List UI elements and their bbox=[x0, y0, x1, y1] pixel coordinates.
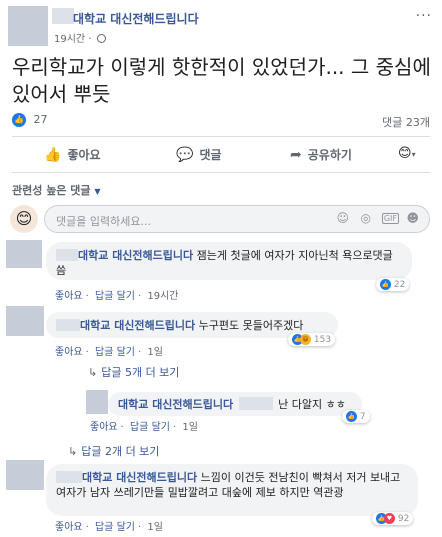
chevron-down-icon: ▼ bbox=[94, 187, 101, 196]
love-reaction-icon: ♥ bbox=[384, 513, 395, 524]
comment-time[interactable]: 1일 bbox=[182, 422, 198, 433]
comment-time[interactable]: 19시간 bbox=[147, 291, 178, 302]
post-reactions[interactable]: 👍 27 bbox=[12, 113, 48, 127]
like-reaction-icon: 👍 bbox=[12, 113, 26, 127]
redacted-tag bbox=[238, 397, 273, 410]
comment-bubble: 대학교 대신전해드립니다 느낌이 이건듯 전남친이 빡쳐서 저거 보내고 여자가… bbox=[46, 464, 418, 516]
page-name[interactable]: 대학교 대신전해드립니다 bbox=[73, 10, 199, 27]
globe-icon bbox=[96, 34, 106, 43]
speech-bubble-icon: 💬 bbox=[176, 147, 194, 163]
comment-reactions[interactable]: 👍 22 bbox=[376, 278, 410, 291]
comment-reaction-count: 7 bbox=[359, 412, 366, 422]
view-more-replies-label: 답글 5개 더 보기 bbox=[101, 366, 180, 379]
comment-button[interactable]: 💬 댓글 bbox=[176, 146, 222, 163]
comment-reactions[interactable]: 👍 7 bbox=[342, 410, 370, 423]
more-options-icon[interactable]: ··· bbox=[416, 8, 432, 24]
comment-reactions[interactable]: 👍😆 153 bbox=[288, 333, 336, 346]
sticker-icon[interactable]: ☻ bbox=[406, 211, 419, 225]
like-reaction-icon: 👍 bbox=[380, 279, 391, 290]
comment-text: 누구편도 못들어주겠다 bbox=[198, 319, 304, 332]
comment-meta: 좋아요 · 답글 달기 · 1일 bbox=[55, 347, 163, 358]
camera-icon[interactable]: ◎ bbox=[361, 211, 371, 225]
commenter-avatar[interactable] bbox=[6, 460, 44, 490]
redacted-name-prefix bbox=[56, 319, 80, 331]
share-arrow-icon: ➦ bbox=[290, 147, 302, 163]
redacted-name-prefix bbox=[52, 8, 74, 24]
comment-meta: 좋아요 · 답글 달기 · 1일 bbox=[55, 522, 163, 533]
redacted-name-prefix bbox=[56, 249, 78, 261]
comment-time[interactable]: 1일 bbox=[147, 347, 163, 358]
view-more-replies-label: 답글 2개 더 보기 bbox=[81, 445, 160, 458]
comment-reactions[interactable]: 👍 ♥ 92 bbox=[372, 512, 414, 525]
comment-sort-dropdown[interactable]: 관련성 높은 댓글 ▼ bbox=[12, 182, 101, 198]
reply-arrow-icon: ↳ bbox=[88, 366, 98, 379]
comment-like-link[interactable]: 좋아요 bbox=[55, 347, 83, 358]
reaction-avatar-icon[interactable]: 😊▾ bbox=[398, 146, 416, 161]
gif-icon[interactable]: GIF bbox=[381, 213, 399, 224]
comment-input-placeholder: 댓글을 입력하세요... bbox=[56, 215, 151, 228]
comment-meta: 좋아요 · 답글 달기 · 19시간 bbox=[55, 291, 179, 302]
share-button[interactable]: ➦ 공유하기 bbox=[290, 146, 352, 163]
like-button-label: 좋아요 bbox=[67, 148, 101, 162]
comment-meta: 좋아요 · 답글 달기 · 1일 bbox=[90, 422, 198, 433]
comment-time[interactable]: 1일 bbox=[147, 522, 163, 533]
comment-reaction-count: 92 bbox=[397, 514, 410, 524]
comment-reaction-count: 22 bbox=[393, 280, 406, 290]
post-time-text: 19시간 bbox=[54, 34, 86, 45]
comment-text: 난 다알지 ㅎㅎ bbox=[278, 398, 346, 411]
comment-like-link[interactable]: 좋아요 bbox=[55, 522, 83, 533]
post-text: 우리학교가 이렇게 핫한적이 있었던가... 그 중심에있어서 뿌듯 bbox=[12, 55, 431, 106]
comment-reaction-count: 153 bbox=[313, 335, 332, 345]
page-avatar[interactable] bbox=[8, 6, 48, 46]
comment-input[interactable]: 댓글을 입력하세요... ☺ ◎ GIF ☻ bbox=[44, 205, 430, 233]
comment-author[interactable]: 대학교 대신전해드립니다 bbox=[82, 471, 197, 484]
divider bbox=[12, 136, 430, 137]
comment-reply-link[interactable]: 답글 달기 bbox=[130, 422, 170, 433]
thumbs-up-icon: 👍 bbox=[44, 147, 62, 163]
comment-like-link[interactable]: 좋아요 bbox=[90, 422, 118, 433]
comment-author[interactable]: 대학교 대신전해드립니다 bbox=[118, 398, 233, 411]
comment-author[interactable]: 대학교 대신전해드립니다 bbox=[78, 249, 193, 262]
commenter-avatar[interactable] bbox=[86, 390, 108, 414]
user-avatar: 😊 bbox=[10, 205, 38, 233]
commenter-avatar[interactable] bbox=[6, 306, 44, 336]
comment-bubble: 대학교 대신전해드립니다 잼는게 첫글에 여자가 지아닌척 욕으로댓글씀 bbox=[46, 242, 412, 280]
comment-bubble: 대학교 대신전해드립니다 난 다알지 ㅎㅎ bbox=[108, 392, 362, 416]
comment-author[interactable]: 대학교 대신전해드립니다 bbox=[80, 319, 195, 332]
comment-reply-link[interactable]: 답글 달기 bbox=[95, 347, 135, 358]
commenter-avatar[interactable] bbox=[6, 240, 42, 268]
post-reaction-count: 27 bbox=[33, 113, 48, 126]
like-button[interactable]: 👍 좋아요 bbox=[44, 146, 101, 163]
haha-reaction-icon: 😆 bbox=[300, 334, 311, 345]
reply-arrow-icon: ↳ bbox=[68, 445, 78, 458]
like-reaction-icon: 👍 bbox=[346, 411, 357, 422]
comment-reply-link[interactable]: 답글 달기 bbox=[95, 522, 135, 533]
share-button-label: 공유하기 bbox=[307, 148, 352, 162]
comment-like-link[interactable]: 좋아요 bbox=[55, 291, 83, 302]
view-more-replies[interactable]: ↳ 답글 2개 더 보기 bbox=[68, 443, 159, 459]
comment-sort-label: 관련성 높은 댓글 bbox=[12, 184, 91, 197]
smiley-icon[interactable]: ☺ bbox=[336, 211, 349, 225]
view-more-replies[interactable]: ↳ 답글 5개 더 보기 bbox=[88, 364, 179, 380]
divider bbox=[12, 172, 430, 173]
post-comment-count[interactable]: 댓글 23개 bbox=[382, 114, 430, 130]
redacted-name-prefix bbox=[56, 471, 82, 483]
post-time[interactable]: 19시간 · bbox=[54, 30, 106, 45]
comment-button-label: 댓글 bbox=[199, 148, 222, 162]
comment-reply-link[interactable]: 답글 달기 bbox=[95, 291, 135, 302]
